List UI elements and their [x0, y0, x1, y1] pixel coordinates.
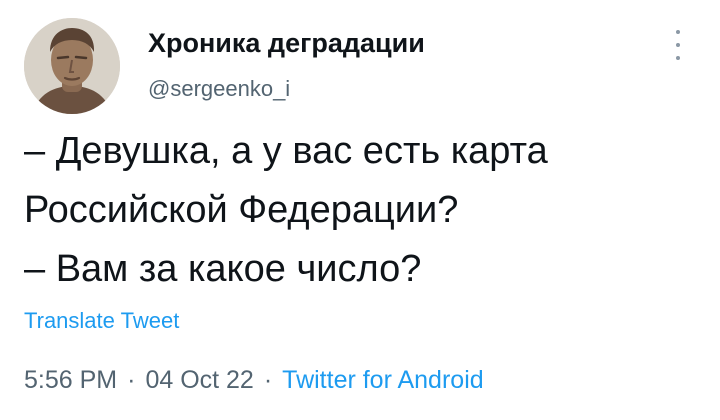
tweet-source-link[interactable]: Twitter for Android [282, 366, 483, 394]
author-handle[interactable]: @sergeenko_i [148, 76, 290, 102]
roman-bust-icon [24, 18, 120, 114]
more-vertical-icon[interactable] [668, 30, 688, 60]
tweet-time[interactable]: 5:56 PM [24, 366, 117, 394]
meta-separator: · [263, 366, 273, 394]
dot [676, 43, 680, 47]
tweet-text-line: – Девушка, а у вас есть карта [24, 130, 548, 172]
translate-tweet-link[interactable]: Translate Tweet [24, 308, 179, 334]
tweet-text-line: – Вам за какое число? [24, 248, 422, 290]
author-display-name[interactable]: Хроника деградации [148, 28, 425, 59]
dot [676, 30, 680, 34]
tweet-meta: 5:56 PM · 04 Oct 22 · Twitter for Android [24, 366, 484, 395]
tweet-text-line: Российской Федерации? [24, 189, 459, 231]
tweet-date[interactable]: 04 Oct 22 [145, 366, 253, 394]
dot [676, 56, 680, 60]
meta-separator: · [127, 366, 136, 394]
avatar[interactable] [24, 18, 120, 114]
tweet-text: – Девушка, а у вас есть карта Российской… [24, 122, 704, 299]
tweet-card: Хроника деградации @sergeenko_i – Девушк… [0, 0, 720, 420]
